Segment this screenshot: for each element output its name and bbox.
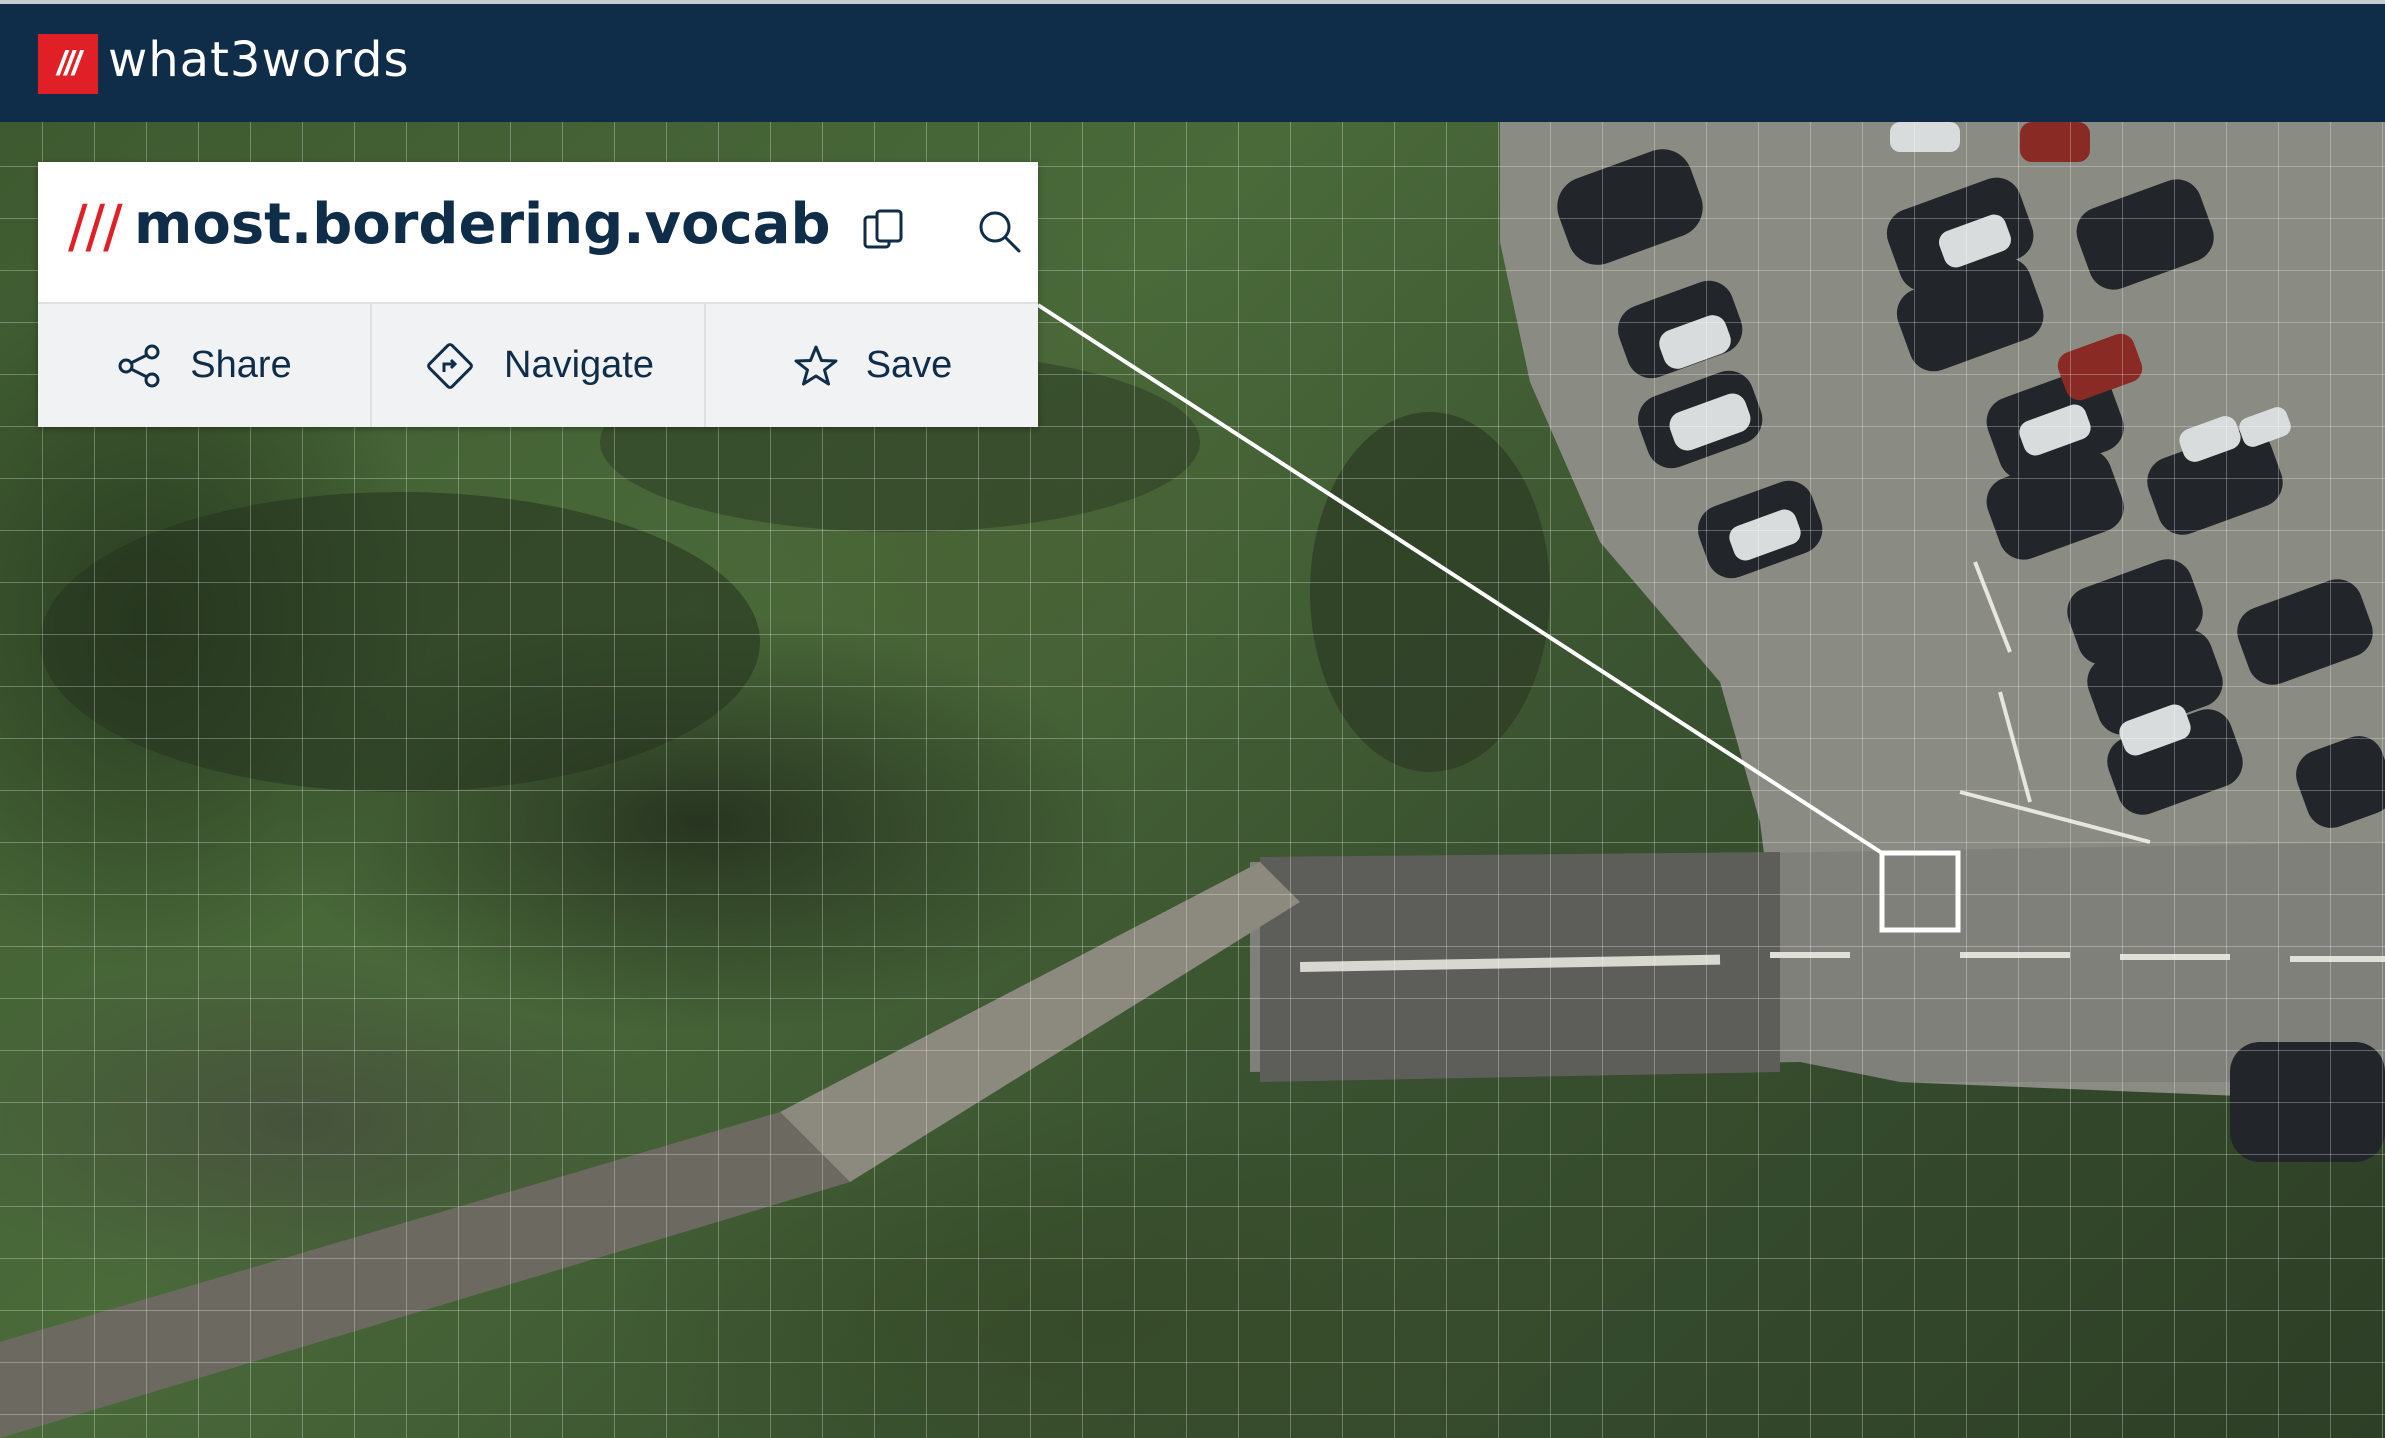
copy-button[interactable] bbox=[856, 204, 912, 260]
navigate-button[interactable]: Navigate bbox=[372, 304, 706, 427]
share-icon bbox=[118, 344, 160, 387]
share-label: Share bbox=[190, 344, 292, 386]
address-panel: /// most.bordering.vocab Share Navigate … bbox=[38, 162, 1038, 427]
save-label: Save bbox=[865, 344, 953, 386]
action-bar: Share Navigate Save bbox=[38, 302, 1038, 427]
save-button[interactable]: Save bbox=[706, 304, 1038, 427]
navigate-icon bbox=[427, 342, 473, 389]
top-bar: /// what3words bbox=[0, 0, 2385, 122]
search-icon bbox=[979, 211, 1021, 253]
brand-name[interactable]: what3words bbox=[108, 32, 409, 88]
share-button[interactable]: Share bbox=[38, 304, 372, 427]
copy-icon bbox=[863, 209, 903, 249]
search-button[interactable] bbox=[972, 204, 1028, 260]
star-icon bbox=[794, 345, 838, 385]
address-slashes: /// bbox=[68, 192, 123, 260]
three-word-address[interactable]: most.bordering.vocab bbox=[134, 192, 831, 257]
navigate-label: Navigate bbox=[504, 344, 654, 386]
address-row: /// most.bordering.vocab bbox=[38, 162, 1038, 302]
what3words-logo[interactable]: /// bbox=[38, 34, 98, 94]
